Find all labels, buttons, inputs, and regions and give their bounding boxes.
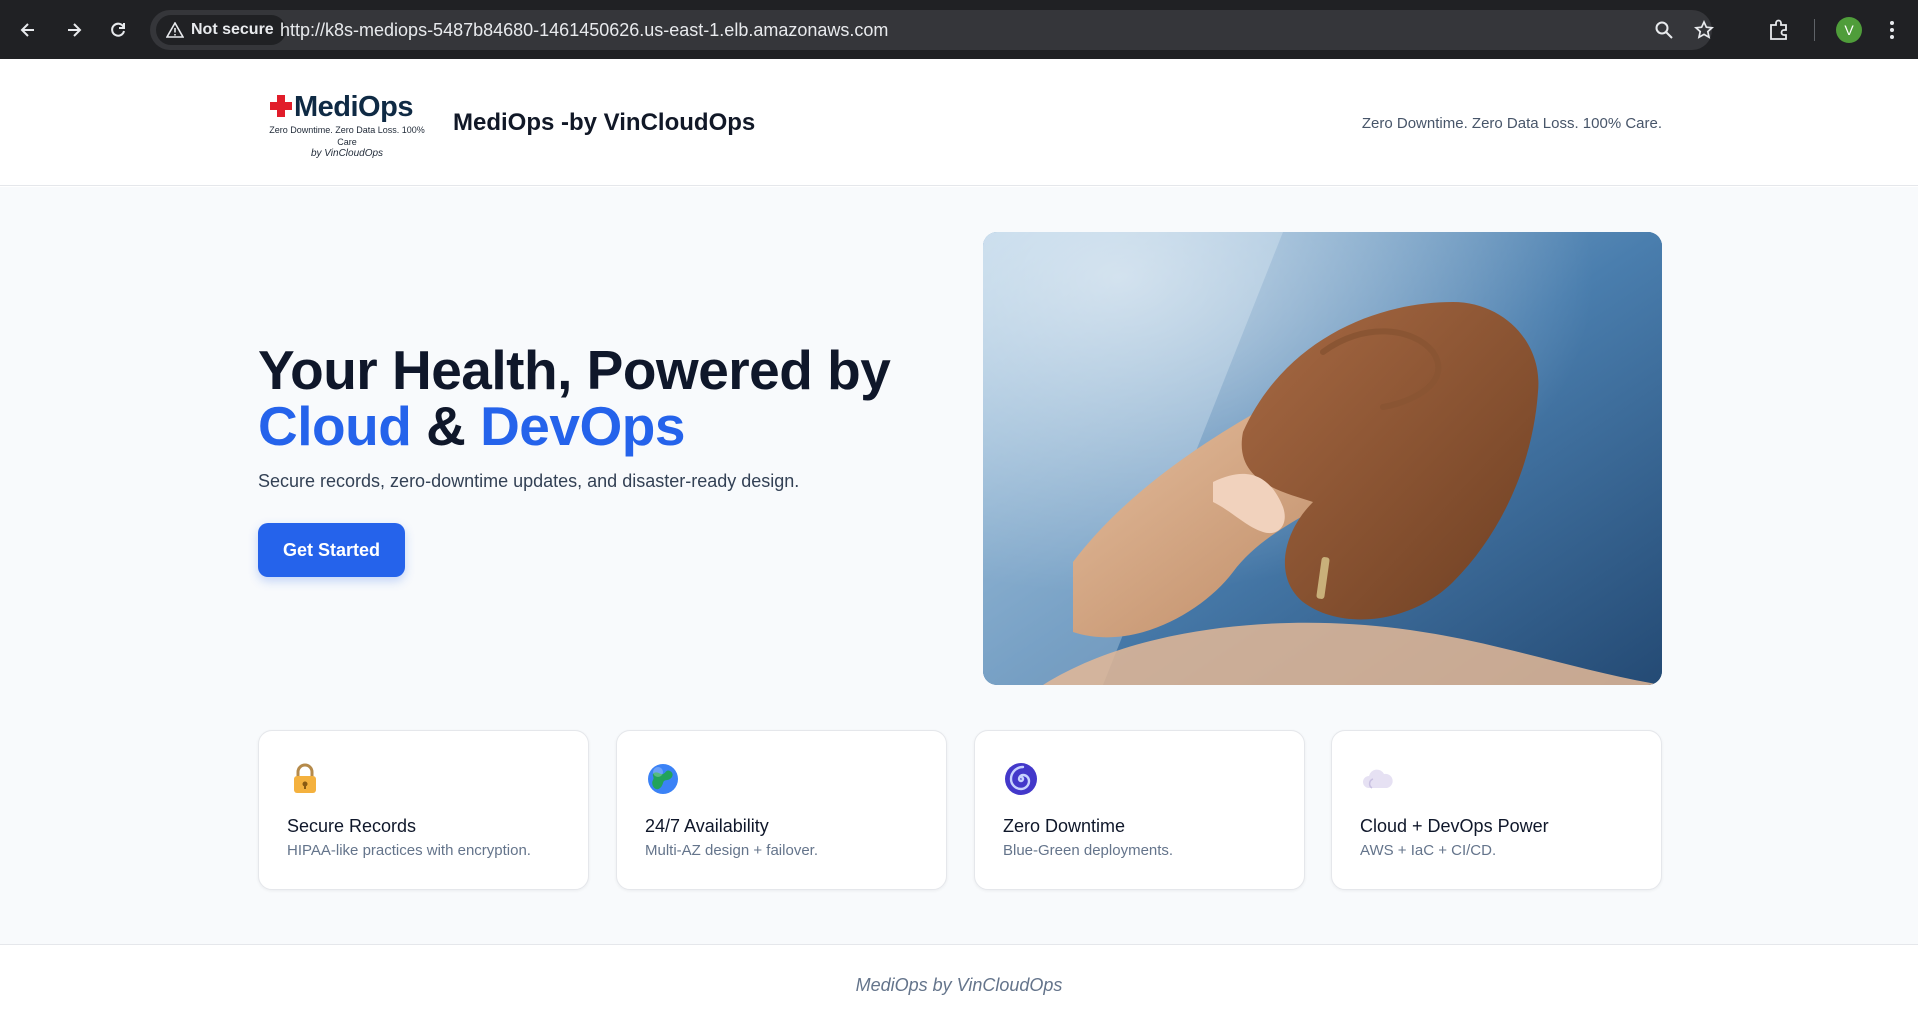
arrow-right-icon [68,23,82,37]
globe-icon [645,761,681,797]
feature-description: HIPAA-like practices with encryption. [287,842,531,859]
medical-cross-icon [270,95,292,117]
cloud-icon [1360,761,1396,797]
url-text[interactable]: http://k8s-mediops-5487b84680-1461450626… [280,20,888,41]
arrow-left-icon [20,23,34,37]
feature-card-zero-downtime: Zero Downtime Blue-Green deployments. [974,730,1305,890]
feature-title: Secure Records [287,816,417,836]
address-bar[interactable]: Not secure http://k8s-mediops-5487b84680… [150,10,1714,50]
site-header: MediOps Zero Downtime. Zero Data Loss. 1… [0,59,1918,186]
feature-cards: Secure Records HIPAA-like practices with… [258,730,1662,890]
hero-subtitle: Secure records, zero-downtime updates, a… [258,471,800,491]
main-content: Your Health, Powered by Cloud & DevOps S… [0,187,1918,944]
feature-description: Blue-Green deployments. [1003,842,1174,859]
feature-card-secure-records: Secure Records HIPAA-like practices with… [258,730,589,890]
reload-icon [111,22,125,37]
header-tagline: Zero Downtime. Zero Data Loss. 100% Care… [1361,115,1662,132]
holding-hands-illustration [983,232,1662,685]
warning-icon [166,22,184,38]
logo-wordmark: MediOps [294,91,413,123]
magnifier-icon [1655,21,1673,39]
spiral-icon [1003,761,1039,797]
reload-button[interactable] [100,12,136,48]
forward-button[interactable] [56,12,92,48]
logo-tagline: Zero Downtime. Zero Data Loss. 100% Care [269,125,425,147]
get-started-button[interactable]: Get Started [258,523,405,577]
browser-toolbar: Not secure http://k8s-mediops-5487b84680… [0,0,1918,59]
star-icon [1694,20,1714,39]
lock-icon [287,761,323,797]
hero-title-amp: & [411,395,481,457]
feature-card-availability: 24/7 Availability Multi-AZ design + fail… [616,730,947,890]
feature-description: Multi-AZ design + failover. [645,842,818,859]
feature-description: AWS + IaC + CI/CD. [1360,842,1497,859]
more-vert-icon [1890,21,1894,39]
site-footer: MediOps by VinCloudOps [0,944,1918,1030]
logo-byline: by VinCloudOps [310,148,384,159]
hero-title-devops: DevOps [480,395,685,457]
site-info-chip[interactable]: Not secure [156,15,286,45]
mediops-logo[interactable]: MediOps Zero Downtime. Zero Data Loss. 1… [268,91,426,161]
feature-title: Zero Downtime [1003,816,1126,836]
feature-title: Cloud + DevOps Power [1360,816,1549,836]
extensions-button[interactable] [1766,17,1792,43]
brand-title: MediOps -by VinCloudOps [453,109,756,136]
footer-text: MediOps by VinCloudOps [855,975,1063,995]
hero-title: Your Health, Powered by Cloud & DevOps [258,339,891,457]
back-button[interactable] [10,12,46,48]
hero-title-cloud: Cloud [258,395,412,457]
menu-button[interactable] [1882,17,1902,43]
feature-title: 24/7 Availability [645,816,769,836]
bookmark-button[interactable] [1692,18,1716,42]
profile-avatar[interactable]: V [1836,17,1862,43]
puzzle-icon [1770,19,1787,40]
zoom-button[interactable] [1652,18,1676,42]
security-label: Not secure [191,21,274,38]
hero-image-holding-hands [983,232,1662,685]
hero-title-line1: Your Health, Powered by [258,339,891,401]
toolbar-divider [1814,19,1815,41]
feature-card-cloud-devops: Cloud + DevOps Power AWS + IaC + CI/CD. [1331,730,1662,890]
